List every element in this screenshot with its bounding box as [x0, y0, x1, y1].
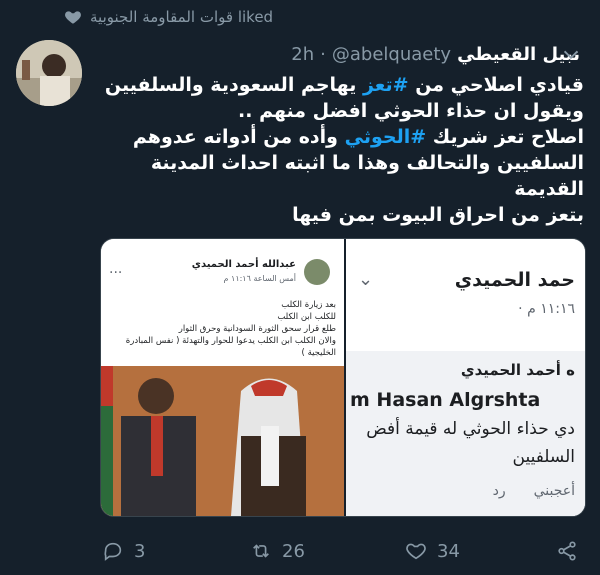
media-grid: عبدالله أحمد الحميدي أمس الساعة ١١:١٦ م … [100, 238, 586, 517]
tweet-line: بتعز من احراق البيوت بمن فيها [292, 204, 584, 226]
share-button[interactable] [556, 536, 578, 566]
heart-icon [65, 11, 81, 24]
comment-like: أعجبني [533, 483, 575, 499]
post-time: ١١:١٦ م · [518, 301, 575, 317]
like-button[interactable]: 34 [405, 536, 460, 566]
social-context-text: قوات المقاومة الجنوبية liked [90, 8, 274, 26]
photo-figures [101, 366, 344, 516]
hashtag-taiz[interactable]: #تعز [363, 74, 409, 96]
avatar[interactable] [16, 40, 82, 106]
timestamp[interactable]: 2h [291, 44, 314, 65]
post-line: الخليجية ) [301, 348, 336, 358]
tweet-line: السلفيين والتحالف وهذا ما اثبته احداث ال… [150, 152, 584, 200]
like-count: 34 [437, 540, 460, 562]
tweet-line: قيادي اصلاحي من #تعز يهاجم السعودية والس… [104, 72, 584, 98]
photo [101, 366, 344, 516]
text-span: قيادي اصلاحي من [408, 74, 584, 96]
post-line: طلع قرار سحق الثورة السودانية وحرق الثوا… [178, 324, 336, 334]
comment-line: السلفيين [512, 447, 576, 467]
reply-button[interactable]: 3 [102, 536, 145, 566]
tweet-text: قيادي اصلاحي من #تعز يهاجم السعودية والس… [104, 72, 584, 228]
comment-actions: أعجبني رد [493, 483, 575, 499]
post-line: والان الكلب ابن الكلب يدعوا للحوار والته… [125, 336, 336, 346]
comment-mention: m Hasan Algrshta [350, 389, 541, 411]
post-line: بعد زيارة الكلب [281, 300, 336, 310]
social-context[interactable]: قوات المقاومة الجنوبية liked [64, 6, 324, 28]
post-line: للكلب ابن الكلب [277, 312, 336, 322]
post-author: حمد الحميدي [454, 269, 575, 291]
text-span: وأده من أدواته عدوهم [132, 126, 345, 148]
post-time: أمس الساعة ١١:١٦ م [223, 274, 296, 283]
media-image-right[interactable]: ⌄ حمد الحميدي ١١:١٦ م · ه أحمد الحميدي m… [346, 239, 585, 516]
tweet-line: اصلاح تعز شريك #الحوثي وأده من أدواته عد… [104, 124, 584, 150]
post-text: بعد زيارة الكلب للكلب ابن الكلب طلع قرار… [111, 299, 336, 359]
hashtag-houthi[interactable]: #الحوثي [345, 126, 427, 148]
reply-count: 3 [134, 540, 146, 562]
heart-icon [406, 543, 426, 560]
tweet-line: ويقول ان حذاء الحوثي افضل منهم .. [238, 100, 584, 122]
post-author: عبدالله أحمد الحميدي [191, 259, 296, 270]
retweet-button[interactable]: 26 [250, 536, 305, 566]
more-icon: ... [109, 261, 123, 277]
retweet-count: 26 [282, 540, 305, 562]
tweet-actions: 3 26 34 [100, 536, 584, 566]
retweet-icon [253, 544, 269, 558]
reply-icon [104, 542, 122, 561]
text-span: اصلاح تعز شريك [426, 126, 584, 148]
comment-line: دي حذاء الحوثي له قيمة أفض [366, 419, 575, 439]
share-icon [558, 541, 576, 561]
chevron-down-icon[interactable] [560, 44, 582, 66]
text-span: يهاجم السعودية والسلفيين [104, 74, 363, 96]
tweet-header: نبيل القعيطي @abelquaety · 2h [100, 40, 580, 68]
comment-reply: رد [492, 483, 506, 499]
media-image-left[interactable]: عبدالله أحمد الحميدي أمس الساعة ١١:١٦ م … [101, 239, 344, 516]
separator: · [320, 43, 326, 65]
post-avatar [304, 259, 330, 285]
avatar-image [16, 40, 82, 106]
comment-author: ه أحمد الحميدي [460, 361, 575, 379]
author-handle[interactable]: @abelquaety [332, 44, 451, 65]
chevron-down-icon: ⌄ [358, 269, 374, 290]
